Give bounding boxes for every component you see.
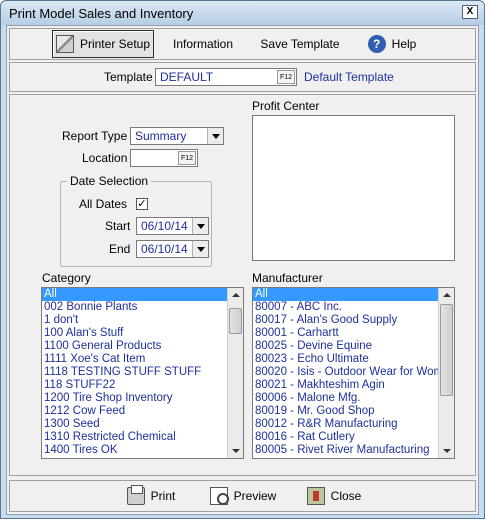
print-button[interactable]: Print bbox=[110, 482, 192, 510]
list-item[interactable]: 80019 - Mr. Good Shop bbox=[253, 405, 454, 418]
list-item[interactable]: 80005 - Rivet River Manufacturing bbox=[253, 444, 454, 457]
end-date-label: End bbox=[109, 242, 131, 256]
start-date-label: Start bbox=[105, 219, 131, 233]
list-item[interactable]: All bbox=[42, 288, 243, 301]
scroll-down-arrow-icon[interactable] bbox=[439, 444, 454, 458]
list-item[interactable]: 1111 Xoe's Cat Item bbox=[42, 353, 243, 366]
report-type-label: Report Type bbox=[62, 129, 128, 143]
end-date-value: 06/10/14 bbox=[141, 242, 188, 256]
list-item[interactable]: 80001 - Carhartt bbox=[253, 327, 454, 340]
save-template-label: Save Template bbox=[260, 37, 340, 51]
print-label: Print bbox=[150, 489, 176, 503]
printer-icon bbox=[126, 485, 145, 505]
printer-setup-label: Printer Setup bbox=[79, 37, 151, 51]
start-date-value: 06/10/14 bbox=[141, 219, 188, 233]
dialog-client-area: Printer Setup Information Save Template … bbox=[6, 25, 479, 515]
window-title: Print Model Sales and Inventory bbox=[9, 6, 194, 21]
exit-door-icon bbox=[306, 487, 325, 505]
template-value: DEFAULT bbox=[160, 70, 214, 84]
template-panel: Template DEFAULT F12 Default Template bbox=[9, 62, 476, 92]
toolbar: Printer Setup Information Save Template … bbox=[9, 28, 476, 60]
report-type-value: Summary bbox=[135, 129, 187, 143]
category-label: Category bbox=[42, 271, 91, 285]
list-item[interactable]: 100 Alan's Stuff bbox=[42, 327, 243, 340]
list-item[interactable]: 80023 - Echo Ultimate bbox=[253, 353, 454, 366]
all-dates-checkbox[interactable]: ✓ bbox=[136, 198, 148, 210]
all-dates-label: All Dates bbox=[79, 197, 128, 211]
preview-label: Preview bbox=[233, 489, 277, 503]
profit-center-list[interactable] bbox=[252, 115, 455, 261]
manufacturer-list[interactable]: All 80007 - ABC Inc. 80017 - Alan's Good… bbox=[252, 287, 455, 459]
manufacturer-label: Manufacturer bbox=[252, 271, 323, 285]
template-input[interactable]: DEFAULT F12 bbox=[155, 68, 297, 86]
report-type-select[interactable]: Summary bbox=[130, 127, 224, 145]
print-model-window: Print Model Sales and Inventory X Printe… bbox=[0, 0, 485, 519]
list-item[interactable]: 1300 Seed bbox=[42, 418, 243, 431]
list-item[interactable]: 1100 General Products bbox=[42, 340, 243, 353]
help-button[interactable]: ? Help bbox=[352, 30, 432, 58]
list-item[interactable]: 002 Bonnie Plants bbox=[42, 301, 243, 314]
list-item[interactable]: All bbox=[253, 288, 454, 301]
template-label: Template bbox=[104, 70, 153, 84]
list-item[interactable]: 80017 - Alan's Good Supply bbox=[253, 314, 454, 327]
save-template-button[interactable]: Save Template bbox=[252, 30, 348, 58]
end-date-dropdown-arrow-icon[interactable] bbox=[192, 241, 208, 257]
start-date-picker[interactable]: 06/10/14 bbox=[136, 217, 209, 235]
list-item[interactable]: 1400 Tires OK bbox=[42, 444, 243, 457]
help-icon: ? bbox=[367, 35, 386, 53]
profit-center-label: Profit Center bbox=[252, 99, 320, 113]
window-close-button[interactable]: X bbox=[462, 5, 478, 19]
list-item[interactable]: 80012 - R&R Manufacturing bbox=[253, 418, 454, 431]
manufacturer-scrollbar[interactable] bbox=[438, 288, 454, 458]
list-item[interactable]: 1 don't bbox=[42, 314, 243, 327]
list-item[interactable]: 80020 - Isis - Outdoor Wear for Women bbox=[253, 366, 454, 379]
scroll-up-arrow-icon[interactable] bbox=[439, 288, 454, 302]
footer-bar: Print Preview Close bbox=[9, 480, 476, 512]
list-item[interactable]: 1118 TESTING STUFF STUFF bbox=[42, 366, 243, 379]
list-item[interactable]: 80025 - Devine Equine bbox=[253, 340, 454, 353]
report-type-dropdown-arrow-icon[interactable] bbox=[207, 128, 223, 144]
printer-setup-button[interactable]: Printer Setup bbox=[52, 30, 154, 58]
template-description: Default Template bbox=[304, 70, 394, 84]
start-date-dropdown-arrow-icon[interactable] bbox=[192, 218, 208, 234]
list-item[interactable]: 80007 - ABC Inc. bbox=[253, 301, 454, 314]
list-item[interactable]: 1212 Cow Feed bbox=[42, 405, 243, 418]
information-label: Information bbox=[172, 37, 234, 51]
list-item[interactable]: 80021 - Makhteshim Agin bbox=[253, 379, 454, 392]
category-scroll-thumb[interactable] bbox=[229, 308, 242, 334]
preview-button[interactable]: Preview bbox=[202, 482, 284, 510]
list-item[interactable]: 118 STUFF22 bbox=[42, 379, 243, 392]
information-button[interactable]: Information bbox=[160, 30, 246, 58]
date-selection-group: Date Selection All Dates ✓ Start 06/10/1… bbox=[60, 174, 212, 267]
manufacturer-scroll-thumb[interactable] bbox=[440, 304, 453, 396]
list-item[interactable]: 1200 Tire Shop Inventory bbox=[42, 392, 243, 405]
title-bar: Print Model Sales and Inventory X bbox=[1, 1, 484, 25]
close-button[interactable]: Close bbox=[296, 482, 372, 510]
template-lookup-f12-button[interactable]: F12 bbox=[277, 70, 295, 84]
end-date-picker[interactable]: 06/10/14 bbox=[136, 240, 209, 258]
category-list[interactable]: All 002 Bonnie Plants 1 don't 100 Alan's… bbox=[41, 287, 244, 459]
date-selection-title: Date Selection bbox=[67, 174, 152, 188]
close-label: Close bbox=[330, 489, 362, 503]
scroll-down-arrow-icon[interactable] bbox=[228, 444, 243, 458]
scroll-up-arrow-icon[interactable] bbox=[228, 288, 243, 302]
location-lookup-f12-button[interactable]: F12 bbox=[178, 151, 196, 165]
list-item[interactable]: 1310 Restricted Chemical bbox=[42, 431, 243, 444]
list-item[interactable]: 80016 - Rat Cutlery bbox=[253, 431, 454, 444]
location-input[interactable]: F12 bbox=[130, 149, 198, 167]
criteria-panel: Report Type Summary Location F12 Date Se… bbox=[9, 94, 476, 476]
preview-icon bbox=[209, 487, 229, 505]
list-item[interactable]: 80006 - Malone Mfg. bbox=[253, 392, 454, 405]
location-label: Location bbox=[82, 151, 128, 165]
printer-setup-icon bbox=[55, 35, 74, 53]
category-scrollbar[interactable] bbox=[227, 288, 243, 458]
help-label: Help bbox=[391, 37, 417, 51]
